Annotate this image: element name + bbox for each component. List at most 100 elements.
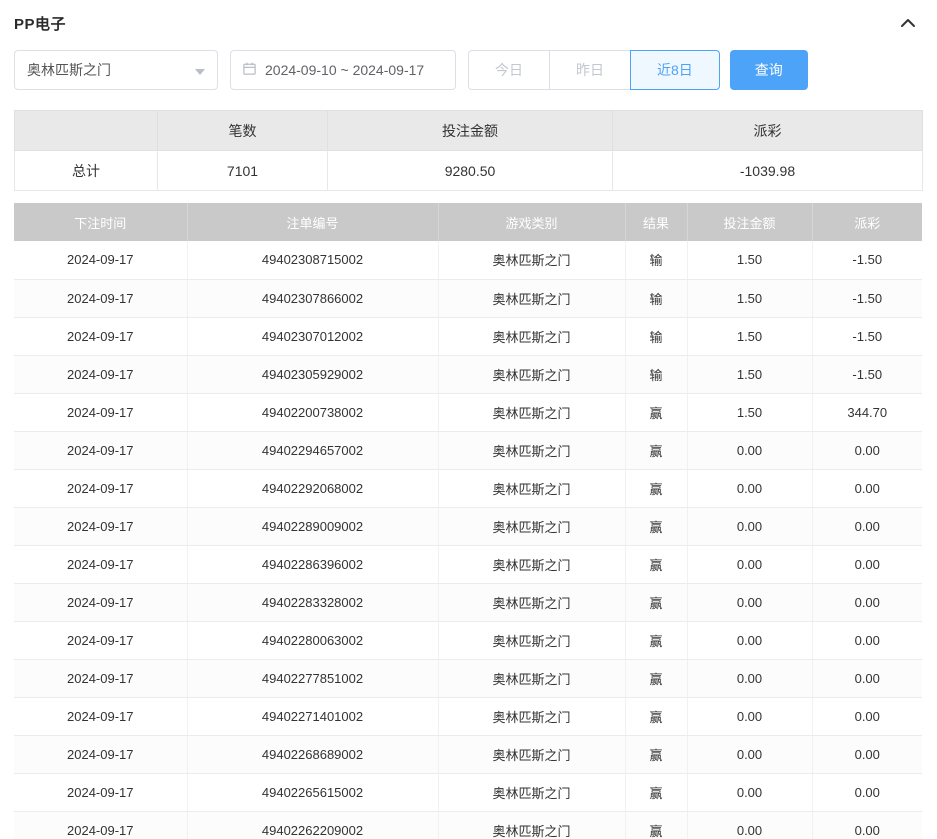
summary-table: 笔数 投注金额 派彩 总计 7101 9280.50 -1039.98 — [14, 110, 923, 191]
cell-game-category: 奥林匹斯之门 — [438, 279, 625, 317]
cell-payout: 0.00 — [812, 735, 922, 773]
cell-bet-amount: 1.50 — [687, 317, 812, 355]
cell-game-category: 奥林匹斯之门 — [438, 507, 625, 545]
search-button[interactable]: 查询 — [730, 50, 808, 90]
cell-bet-amount: 0.00 — [687, 697, 812, 735]
date-range-picker[interactable]: 2024-09-10 ~ 2024-09-17 — [230, 50, 456, 90]
table-row: 2024-09-1749402305929002奥林匹斯之门输1.50-1.50 — [14, 355, 922, 393]
cell-result: 赢 — [625, 545, 687, 583]
cell-payout: 0.00 — [812, 507, 922, 545]
cell-bet-amount: 0.00 — [687, 621, 812, 659]
cell-result: 赢 — [625, 697, 687, 735]
summary-header-row: 笔数 投注金额 派彩 — [15, 111, 923, 151]
summary-bet-amount: 9280.50 — [328, 151, 613, 191]
cell-result: 赢 — [625, 773, 687, 811]
col-header-bet-id: 注单编号 — [187, 203, 438, 241]
cell-bet-id: 49402277851002 — [187, 659, 438, 697]
table-row: 2024-09-1749402200738002奥林匹斯之门赢1.50344.7… — [14, 393, 922, 431]
cell-bet-time: 2024-09-17 — [14, 811, 187, 839]
cell-bet-time: 2024-09-17 — [14, 773, 187, 811]
cell-bet-amount: 0.00 — [687, 583, 812, 621]
cell-bet-id: 49402268689002 — [187, 735, 438, 773]
cell-bet-time: 2024-09-17 — [14, 659, 187, 697]
cell-result: 输 — [625, 317, 687, 355]
cell-result: 赢 — [625, 393, 687, 431]
summary-total-row: 总计 7101 9280.50 -1039.98 — [15, 151, 923, 191]
cell-game-category: 奥林匹斯之门 — [438, 545, 625, 583]
table-row: 2024-09-1749402292068002奥林匹斯之门赢0.000.00 — [14, 469, 922, 507]
cell-game-category: 奥林匹斯之门 — [438, 393, 625, 431]
records-header-row: 下注时间 注单编号 游戏类别 结果 投注金额 派彩 — [14, 203, 922, 241]
table-row: 2024-09-1749402294657002奥林匹斯之门赢0.000.00 — [14, 431, 922, 469]
table-row: 2024-09-1749402307012002奥林匹斯之门输1.50-1.50 — [14, 317, 922, 355]
cell-result: 输 — [625, 279, 687, 317]
cell-bet-amount: 1.50 — [687, 355, 812, 393]
quick-btn-today[interactable]: 今日 — [468, 50, 550, 90]
cell-payout: 344.70 — [812, 393, 922, 431]
chevron-up-icon[interactable] — [899, 16, 923, 30]
cell-bet-amount: 0.00 — [687, 507, 812, 545]
cell-result: 赢 — [625, 507, 687, 545]
filter-bar: 奥林匹斯之门 2024-09-10 ~ 2024-09-17 今日 昨日 近8日… — [14, 50, 923, 90]
quick-btn-last8days[interactable]: 近8日 — [630, 50, 720, 90]
cell-bet-id: 49402289009002 — [187, 507, 438, 545]
cell-bet-id: 49402271401002 — [187, 697, 438, 735]
cell-game-category: 奥林匹斯之门 — [438, 735, 625, 773]
quick-btn-yesterday[interactable]: 昨日 — [549, 50, 631, 90]
cell-game-category: 奥林匹斯之门 — [438, 355, 625, 393]
cell-bet-time: 2024-09-17 — [14, 431, 187, 469]
table-row: 2024-09-1749402265615002奥林匹斯之门赢0.000.00 — [14, 773, 922, 811]
cell-bet-time: 2024-09-17 — [14, 697, 187, 735]
cell-result: 赢 — [625, 431, 687, 469]
cell-bet-id: 49402307866002 — [187, 279, 438, 317]
cell-payout: 0.00 — [812, 659, 922, 697]
quick-range-group: 今日 昨日 近8日 — [468, 50, 720, 90]
cell-payout: 0.00 — [812, 545, 922, 583]
cell-bet-time: 2024-09-17 — [14, 279, 187, 317]
calendar-icon — [242, 61, 257, 79]
game-select[interactable]: 奥林匹斯之门 — [14, 50, 218, 90]
cell-bet-id: 49402307012002 — [187, 317, 438, 355]
cell-bet-id: 49402294657002 — [187, 431, 438, 469]
cell-payout: 0.00 — [812, 773, 922, 811]
cell-bet-amount: 1.50 — [687, 241, 812, 279]
cell-result: 赢 — [625, 583, 687, 621]
cell-payout: 0.00 — [812, 583, 922, 621]
cell-bet-amount: 0.00 — [687, 811, 812, 839]
cell-bet-time: 2024-09-17 — [14, 355, 187, 393]
cell-bet-id: 49402283328002 — [187, 583, 438, 621]
table-row: 2024-09-1749402286396002奥林匹斯之门赢0.000.00 — [14, 545, 922, 583]
summary-header-payout: 派彩 — [613, 111, 923, 151]
cell-bet-amount: 0.00 — [687, 735, 812, 773]
cell-game-category: 奥林匹斯之门 — [438, 811, 625, 839]
cell-bet-amount: 0.00 — [687, 545, 812, 583]
table-row: 2024-09-1749402262209002奥林匹斯之门赢0.000.00 — [14, 811, 922, 839]
cell-result: 赢 — [625, 735, 687, 773]
cell-bet-id: 49402280063002 — [187, 621, 438, 659]
cell-game-category: 奥林匹斯之门 — [438, 241, 625, 279]
cell-game-category: 奥林匹斯之门 — [438, 659, 625, 697]
cell-bet-amount: 1.50 — [687, 393, 812, 431]
cell-result: 输 — [625, 355, 687, 393]
col-header-bet-time: 下注时间 — [14, 203, 187, 241]
cell-bet-time: 2024-09-17 — [14, 241, 187, 279]
cell-bet-time: 2024-09-17 — [14, 393, 187, 431]
cell-game-category: 奥林匹斯之门 — [438, 431, 625, 469]
cell-result: 赢 — [625, 621, 687, 659]
cell-payout: -1.50 — [812, 355, 922, 393]
cell-payout: -1.50 — [812, 241, 922, 279]
date-range-value: 2024-09-10 ~ 2024-09-17 — [265, 62, 424, 78]
cell-bet-id: 49402292068002 — [187, 469, 438, 507]
summary-header-blank — [15, 111, 158, 151]
cell-bet-id: 49402265615002 — [187, 773, 438, 811]
summary-count: 7101 — [158, 151, 328, 191]
cell-bet-time: 2024-09-17 — [14, 317, 187, 355]
cell-result: 输 — [625, 241, 687, 279]
records-table: 下注时间 注单编号 游戏类别 结果 投注金额 派彩 2024-09-174940… — [14, 203, 922, 839]
cell-payout: 0.00 — [812, 431, 922, 469]
cell-bet-amount: 0.00 — [687, 773, 812, 811]
table-row: 2024-09-1749402277851002奥林匹斯之门赢0.000.00 — [14, 659, 922, 697]
cell-bet-amount: 1.50 — [687, 279, 812, 317]
summary-payout: -1039.98 — [613, 151, 923, 191]
page-title: PP电子 — [14, 13, 66, 34]
